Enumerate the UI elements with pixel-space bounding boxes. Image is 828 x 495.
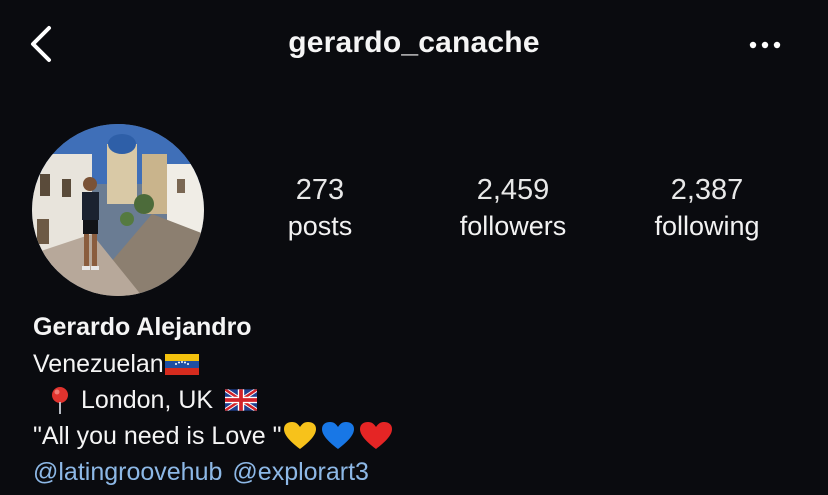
profile-avatar[interactable]	[32, 124, 204, 296]
posts-count: 273	[295, 174, 345, 206]
posts-stat[interactable]: 273 posts	[230, 172, 410, 244]
following-label: following	[654, 211, 760, 241]
profile-username-title: gerardo_canache	[288, 26, 540, 59]
more-options-button[interactable]	[738, 28, 792, 62]
mention-link-explorart3[interactable]: @explorart3	[232, 454, 369, 490]
bio-quote-text: "All you need is Love "	[33, 422, 282, 450]
avatar-photo	[32, 124, 204, 296]
pin-icon	[52, 387, 68, 414]
bio-line-location: London, UK	[33, 382, 813, 418]
top-navigation-bar: gerardo_canache	[0, 0, 828, 90]
posts-label: posts	[287, 211, 353, 241]
mention-link-latingroovehub[interactable]: @latingroovehub	[33, 454, 222, 490]
following-stat[interactable]: 2,387 following	[617, 172, 797, 244]
red-heart-icon	[360, 422, 393, 449]
blue-heart-icon	[322, 422, 355, 449]
profile-display-name: Gerardo Alejandro	[33, 313, 252, 341]
bio-line-quote: "All you need is Love "	[33, 418, 813, 454]
bio-location-text: London, UK	[81, 386, 214, 414]
followers-label: followers	[459, 211, 567, 241]
followers-stat[interactable]: 2,459 followers	[423, 172, 603, 244]
yellow-heart-icon	[284, 422, 317, 449]
more-horizontal-icon	[749, 41, 781, 49]
bio-nationality-text: Venezuelan	[33, 350, 164, 378]
bio-line-links: @latingroovehub @explorart3	[33, 454, 813, 490]
followers-count: 2,459	[476, 174, 550, 206]
following-count: 2,387	[670, 174, 744, 206]
bio-line-nationality: Venezuelan	[33, 346, 813, 382]
profile-bio: Gerardo Alejandro Venezuelan London, UK	[33, 310, 813, 490]
venezuela-flag-icon	[164, 354, 199, 375]
uk-flag-icon	[225, 389, 258, 411]
